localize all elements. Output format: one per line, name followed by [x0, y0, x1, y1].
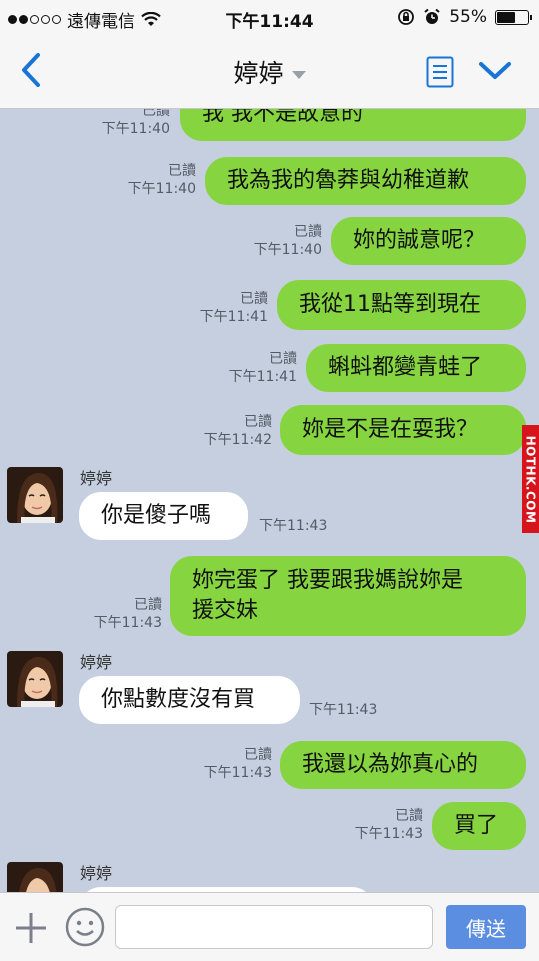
message-time: 下午11:41 — [228, 369, 297, 385]
message-text: 我為我的魯莽與幼稚道歉 — [227, 168, 470, 193]
message-input[interactable] — [115, 905, 433, 949]
plus-icon — [16, 913, 46, 943]
contact-avatar[interactable] — [7, 467, 63, 523]
outgoing-message[interactable]: 妳的誠意呢？ — [331, 217, 526, 265]
alarm-icon — [424, 8, 440, 24]
avatar-photo — [7, 651, 63, 707]
read-status: 已讀 — [269, 351, 297, 367]
message-time: 下午11:40 — [101, 121, 170, 137]
read-status: 已讀 — [395, 808, 423, 824]
battery-percent: 55% — [449, 7, 487, 27]
read-status: 已讀 — [240, 291, 268, 307]
message-meta: 已讀 下午11:43 — [347, 807, 423, 843]
incoming-message[interactable]: 你是傻子嗎 — [79, 492, 248, 540]
message-text: 妳完蛋了 我要跟我媽說妳是 援交妹 — [192, 566, 463, 626]
note-icon — [426, 56, 454, 88]
message-text: 我從11點等到現在 — [299, 292, 481, 317]
outgoing-message[interactable]: 我 我不是故意的 — [180, 109, 526, 141]
message-meta: 已讀 下午11:40 — [246, 223, 322, 259]
chat-area[interactable]: 已讀 下午11:40 我 我不是故意的 已讀 下午11:40 我為我的魯莽與幼稚… — [0, 109, 539, 892]
message-text: 買了 — [454, 813, 499, 838]
outgoing-message[interactable]: 我從11點等到現在 — [277, 280, 526, 330]
notes-button[interactable] — [426, 56, 454, 92]
read-status: 已讀 — [294, 224, 322, 240]
read-status: 已讀 — [142, 109, 170, 119]
message-text: 你是傻子嗎 — [101, 503, 212, 528]
message-time: 下午11:43 — [93, 615, 162, 631]
status-right: 55% — [397, 7, 532, 27]
message-time: 下午11:43 — [259, 518, 328, 534]
incoming-message[interactable]: 你點數度沒有買 — [79, 676, 300, 724]
message-meta: 已讀 下午11:41 — [221, 350, 297, 386]
message-time: 下午11:43 — [354, 826, 423, 842]
input-bar: 傳送 — [0, 892, 539, 961]
message-line: 援交妹 — [192, 598, 259, 623]
contact-avatar[interactable] — [7, 651, 63, 707]
outgoing-message[interactable]: 妳是不是在耍我？ — [280, 405, 526, 455]
message-text: 妳是不是在耍我？ — [302, 417, 479, 442]
outgoing-message[interactable]: 我還以為妳真心的 — [280, 741, 526, 789]
message-time: 下午11:43 — [309, 702, 378, 718]
outgoing-message[interactable]: 妳完蛋了 我要跟我媽說妳是 援交妹 — [170, 556, 526, 636]
chevron-down-icon — [479, 62, 511, 79]
read-status: 已讀 — [244, 414, 272, 430]
message-line: 妳完蛋了 我要跟我媽說妳是 — [192, 568, 463, 593]
smiley-icon — [65, 907, 105, 947]
read-status: 已讀 — [168, 163, 196, 179]
message-time: 下午11:41 — [199, 309, 268, 325]
caret-down-icon — [291, 71, 306, 79]
nav-bar: 婷婷 — [0, 36, 539, 109]
message-text: 我還以為妳真心的 — [302, 752, 479, 777]
chat-title-button[interactable]: 婷婷 — [0, 54, 539, 90]
chat-title: 婷婷 — [233, 59, 284, 88]
message-time: 下午11:40 — [253, 242, 322, 258]
message-text: 你點數度沒有買 — [101, 687, 256, 712]
menu-toggle-button[interactable] — [478, 60, 512, 86]
status-bar: 遠傳電信 下午11:44 55% — [0, 0, 539, 36]
message-time: 下午11:43 — [203, 765, 272, 781]
message-text: 我 我不是故意的 — [202, 109, 363, 126]
attach-button[interactable] — [14, 911, 48, 949]
battery-icon — [495, 9, 532, 25]
message-text: 妳的誠意呢？ — [353, 228, 486, 253]
sender-name: 婷婷 — [80, 653, 113, 672]
outgoing-message[interactable]: 買了 — [432, 802, 526, 850]
avatar-photo — [7, 862, 63, 892]
message-meta: 已讀 下午11:43 — [86, 596, 162, 632]
message-meta: 已讀 下午11:40 — [96, 109, 170, 138]
sticker-button[interactable] — [65, 907, 105, 951]
read-status: 已讀 — [244, 747, 272, 763]
sender-name: 婷婷 — [80, 864, 113, 883]
message-time: 下午11:42 — [203, 432, 272, 448]
watermark-text: HOTHK.COM — [523, 435, 538, 524]
message-meta: 已讀 下午11:42 — [196, 413, 272, 449]
outgoing-message[interactable]: 我為我的魯莽與幼稚道歉 — [205, 157, 526, 205]
avatar-photo — [7, 467, 63, 523]
outgoing-message[interactable]: 蝌蚪都變青蛙了 — [306, 344, 526, 392]
send-button[interactable]: 傳送 — [446, 905, 526, 949]
message-meta: 已讀 下午11:40 — [120, 162, 196, 198]
watermark: HOTHK.COM — [522, 425, 539, 533]
message-text: 蝌蚪都變青蛙了 — [328, 355, 483, 380]
read-status: 已讀 — [134, 597, 162, 613]
message-meta: 已讀 下午11:43 — [196, 746, 272, 782]
message-time: 下午11:40 — [127, 181, 196, 197]
message-meta: 已讀 下午11:41 — [192, 290, 268, 326]
rotation-lock-icon — [398, 9, 415, 25]
contact-avatar[interactable] — [7, 862, 63, 892]
sender-name: 婷婷 — [80, 469, 113, 488]
